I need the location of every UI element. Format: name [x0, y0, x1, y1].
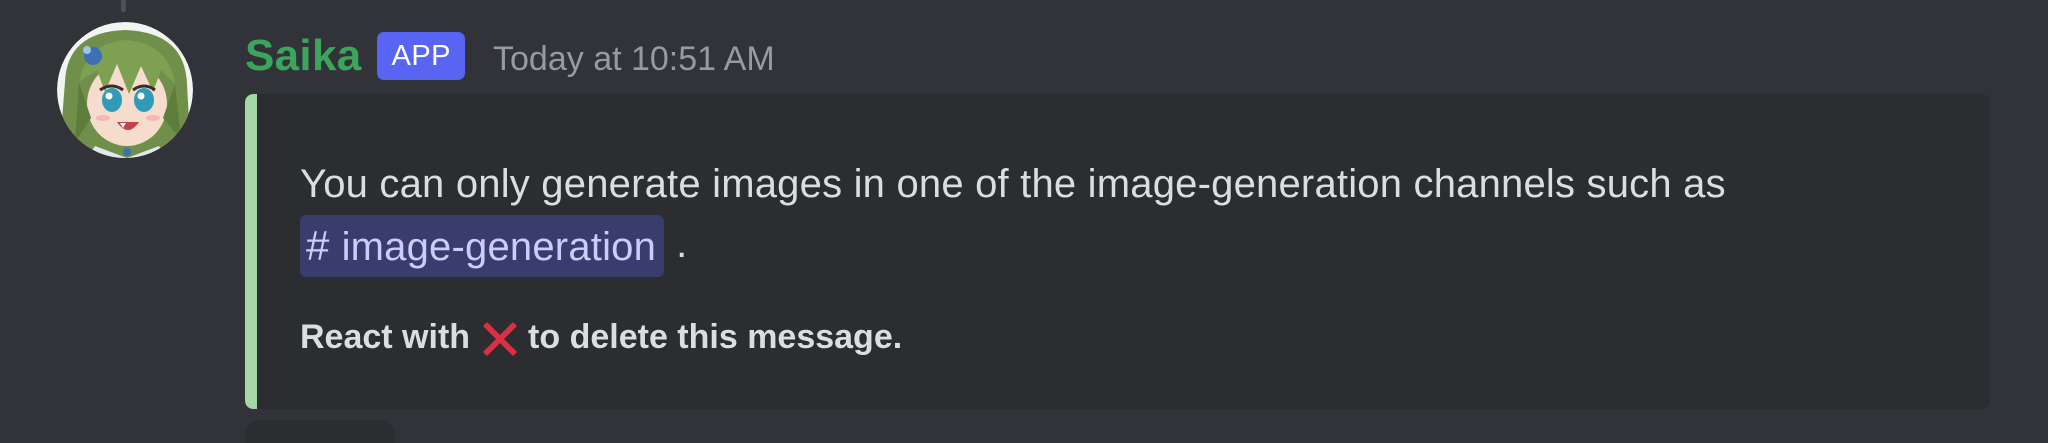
embed-body: You can only generate images in one of t…	[300, 154, 1950, 359]
anime-character-avatar-icon	[57, 22, 193, 158]
embed-description-suffix: .	[676, 222, 688, 266]
channel-mention[interactable]: # image-generation	[300, 215, 665, 278]
embed-footer-suffix: to delete this message.	[528, 318, 903, 357]
channel-hash-icon: #	[306, 222, 330, 270]
embed-accent-bar	[245, 94, 257, 409]
embed-footer: React with to delete this message.	[300, 315, 1950, 359]
avatar[interactable]	[57, 22, 193, 158]
channel-mention-name: image-generation	[341, 225, 657, 270]
message-header: Saika APP Today at 10:51 AM	[245, 24, 775, 88]
embed-description-text: You can only generate images in one of t…	[300, 162, 1726, 206]
cross-mark-icon	[478, 316, 522, 360]
embed-description: You can only generate images in one of t…	[300, 154, 1950, 278]
app-badge: APP	[377, 32, 466, 80]
message-embed: You can only generate images in one of t…	[245, 94, 1990, 409]
thread-spine	[121, 0, 126, 12]
embed-footer-prefix: React with	[300, 318, 471, 357]
reaction-bar-partial[interactable]	[245, 420, 395, 443]
author-username[interactable]: Saika	[245, 31, 361, 81]
chat-message-area: Saika APP Today at 10:51 AM You can only…	[0, 0, 2048, 443]
message-timestamp[interactable]: Today at 10:51 AM	[493, 40, 775, 79]
